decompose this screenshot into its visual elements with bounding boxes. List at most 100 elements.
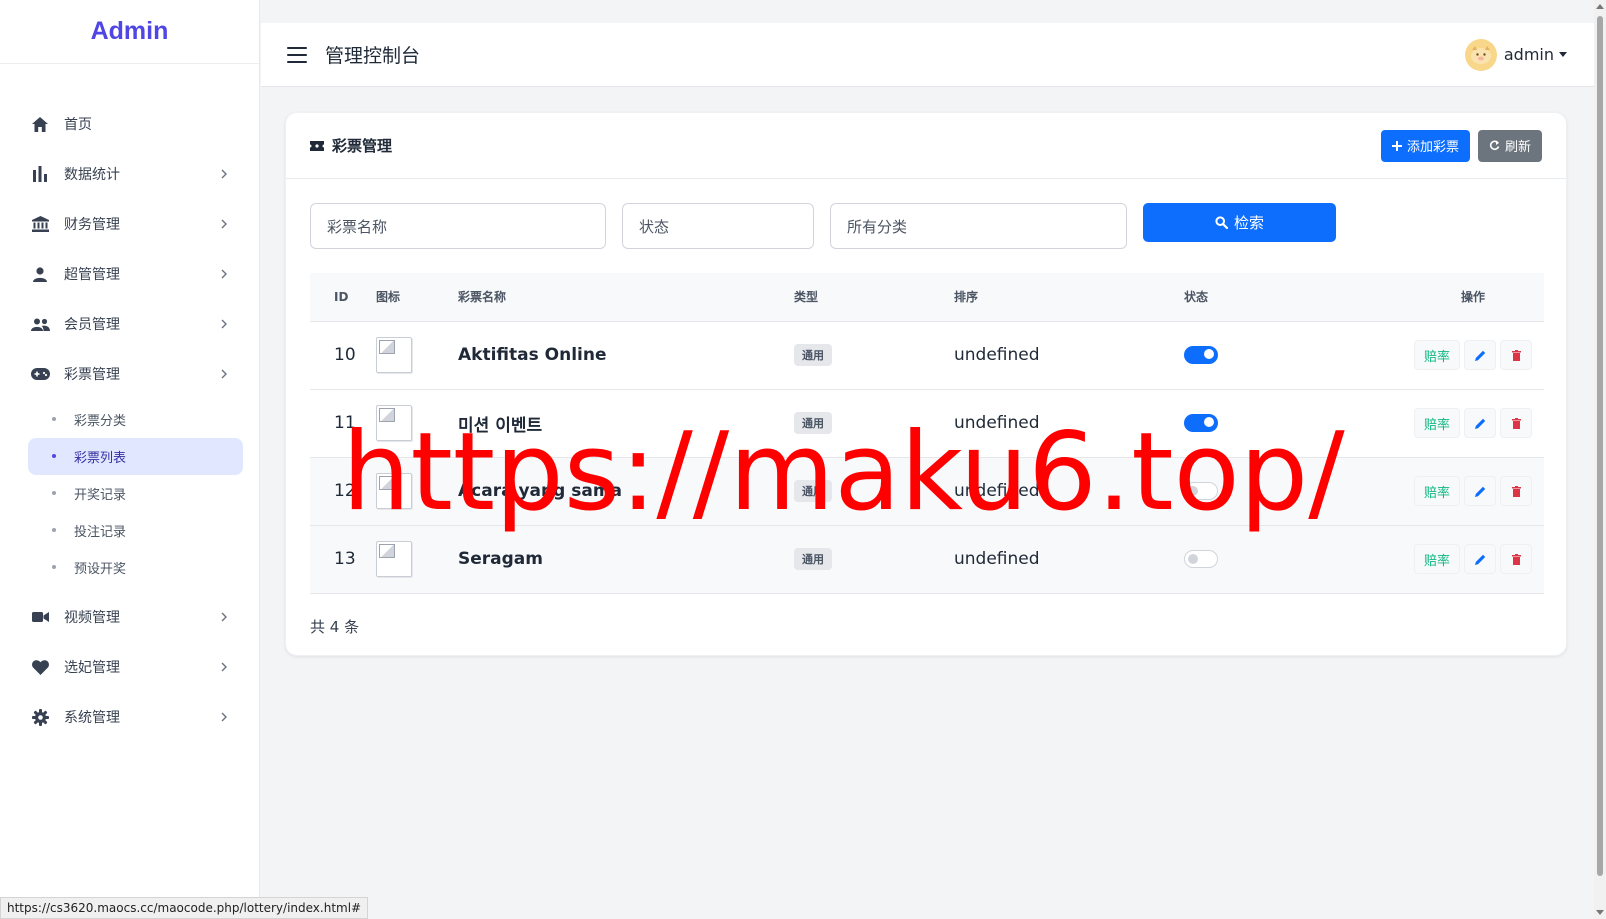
- card-title: 彩票管理: [310, 135, 392, 156]
- type-badge: 通用: [794, 480, 832, 502]
- page-title: 管理控制台: [325, 45, 421, 67]
- pencil-icon: [1474, 418, 1485, 429]
- gear-icon: [30, 707, 50, 727]
- column-header-icon: 图标: [376, 273, 458, 322]
- home-icon: [30, 114, 50, 134]
- status-toggle[interactable]: [1184, 346, 1218, 364]
- user-icon: [30, 264, 50, 284]
- column-header-sort: 排序: [954, 273, 1184, 322]
- total-count: 共 4 条: [310, 617, 360, 636]
- scroll-down-icon[interactable]: [1596, 910, 1604, 915]
- caret-down-icon[interactable]: [1559, 52, 1567, 57]
- column-header-name: 彩票名称: [458, 273, 794, 322]
- sidebar-item-concubine[interactable]: 选妃管理: [0, 642, 259, 692]
- sidebar: Admin 首页 数据统计 财务管理 超管管理 会员管理 彩票管理 彩票分类 彩…: [0, 0, 260, 919]
- add-lottery-button[interactable]: 添加彩票: [1380, 129, 1470, 162]
- edit-button[interactable]: [1464, 340, 1496, 370]
- submenu-item-preset-draw[interactable]: 预设开奖: [28, 549, 243, 586]
- heart-icon: [30, 657, 50, 677]
- bullet-icon: [52, 528, 56, 532]
- video-icon: [30, 607, 50, 627]
- cell-sort: undefined: [954, 389, 1184, 458]
- lottery-name-input[interactable]: 彩票名称: [310, 203, 606, 249]
- refresh-button[interactable]: 刷新: [1477, 129, 1542, 162]
- sidebar-item-home[interactable]: 首页: [0, 99, 259, 149]
- refresh-label: 刷新: [1504, 140, 1531, 155]
- chevron-right-icon: [221, 712, 227, 722]
- avatar[interactable]: [1464, 38, 1497, 71]
- edit-button[interactable]: [1464, 408, 1496, 438]
- bullet-icon: [52, 454, 56, 458]
- cell-name: 미션 이벤트: [458, 389, 794, 458]
- table-header-row: ID 图标 彩票名称 类型 排序 状态 操作: [310, 273, 1544, 322]
- delete-button[interactable]: [1500, 408, 1532, 438]
- status-toggle[interactable]: [1184, 482, 1218, 500]
- delete-button[interactable]: [1500, 340, 1532, 370]
- scroll-up-icon[interactable]: [1596, 4, 1604, 9]
- bullet-icon: [52, 491, 56, 495]
- users-icon: [30, 314, 50, 334]
- cell-id: 13: [310, 525, 376, 594]
- sidebar-item-video[interactable]: 视频管理: [0, 592, 259, 642]
- pencil-icon: [1474, 350, 1485, 361]
- submenu-item-label: 彩票列表: [74, 451, 127, 466]
- column-header-id: ID: [310, 273, 376, 322]
- top-strip: [261, 0, 1595, 23]
- browser-status-url: https://cs3620.maocs.cc/maocode.php/lott…: [0, 897, 369, 919]
- odds-button[interactable]: 赔率: [1414, 544, 1460, 574]
- delete-button[interactable]: [1500, 544, 1532, 574]
- sidebar-item-members[interactable]: 会员管理: [0, 299, 259, 349]
- trash-icon: [1511, 553, 1521, 565]
- submenu-item-bet-records[interactable]: 投注记录: [28, 512, 243, 549]
- sidebar-item-label: 财务管理: [64, 217, 120, 233]
- odds-button[interactable]: 赔率: [1414, 408, 1460, 438]
- filter-bar: 彩票名称 状态 所有分类 检索: [286, 179, 1566, 249]
- edit-button[interactable]: [1464, 544, 1496, 574]
- sidebar-item-superadmin[interactable]: 超管管理: [0, 249, 259, 299]
- status-select[interactable]: 状态: [622, 203, 814, 249]
- table-row: 10 Aktifitas Online 通用 undefined 赔率: [310, 321, 1544, 390]
- cell-name: Aktifitas Online: [458, 321, 794, 390]
- edit-button[interactable]: [1464, 476, 1496, 506]
- table-row: 12 Acara yang sama 通用 undefined 赔率: [310, 457, 1544, 526]
- username[interactable]: admin: [1504, 45, 1554, 64]
- chevron-right-icon: [221, 612, 227, 622]
- odds-button[interactable]: 赔率: [1414, 476, 1460, 506]
- type-badge: 通用: [794, 344, 832, 366]
- trash-icon: [1511, 349, 1521, 361]
- ticket-icon: [310, 140, 324, 151]
- chevron-right-icon: [221, 319, 227, 329]
- search-label: 检索: [1233, 214, 1264, 232]
- status-toggle[interactable]: [1184, 414, 1218, 432]
- submenu-item-lottery-category[interactable]: 彩票分类: [28, 401, 243, 438]
- search-icon: [1215, 216, 1228, 229]
- submenu-item-draw-records[interactable]: 开奖记录: [28, 475, 243, 512]
- cell-sort: undefined: [954, 525, 1184, 594]
- sidebar-item-system[interactable]: 系统管理: [0, 692, 259, 742]
- page-scrollbar[interactable]: [1594, 0, 1606, 919]
- sidebar-item-label: 系统管理: [64, 710, 120, 726]
- sidebar-item-statistics[interactable]: 数据统计: [0, 149, 259, 199]
- category-select[interactable]: 所有分类: [830, 203, 1127, 249]
- scroll-thumb[interactable]: [1597, 16, 1603, 876]
- submenu-item-label: 彩票分类: [74, 414, 127, 429]
- submenu-item-label: 开奖记录: [74, 488, 127, 503]
- trash-icon: [1511, 417, 1521, 429]
- odds-button[interactable]: 赔率: [1414, 340, 1460, 370]
- user-menu[interactable]: admin: [1464, 38, 1567, 71]
- sidebar-item-finance[interactable]: 财务管理: [0, 199, 259, 249]
- sidebar-item-label: 数据统计: [64, 167, 120, 183]
- delete-button[interactable]: [1500, 476, 1532, 506]
- plus-icon: [1391, 140, 1402, 151]
- sidebar-item-lottery[interactable]: 彩票管理: [0, 349, 259, 399]
- card-header: 彩票管理 添加彩票 刷新: [286, 113, 1566, 179]
- submenu-item-lottery-list[interactable]: 彩票列表: [28, 438, 243, 475]
- cell-name: Seragam: [458, 525, 794, 594]
- menu-toggle-icon[interactable]: [287, 46, 307, 63]
- app-logo[interactable]: Admin: [0, 0, 259, 64]
- lottery-table: ID 图标 彩票名称 类型 排序 状态 操作 10 Aktifitas Onli…: [310, 273, 1544, 594]
- search-button[interactable]: 检索: [1143, 203, 1336, 242]
- status-toggle[interactable]: [1184, 550, 1218, 568]
- column-header-actions: 操作: [1364, 273, 1544, 322]
- lottery-image: [376, 541, 412, 577]
